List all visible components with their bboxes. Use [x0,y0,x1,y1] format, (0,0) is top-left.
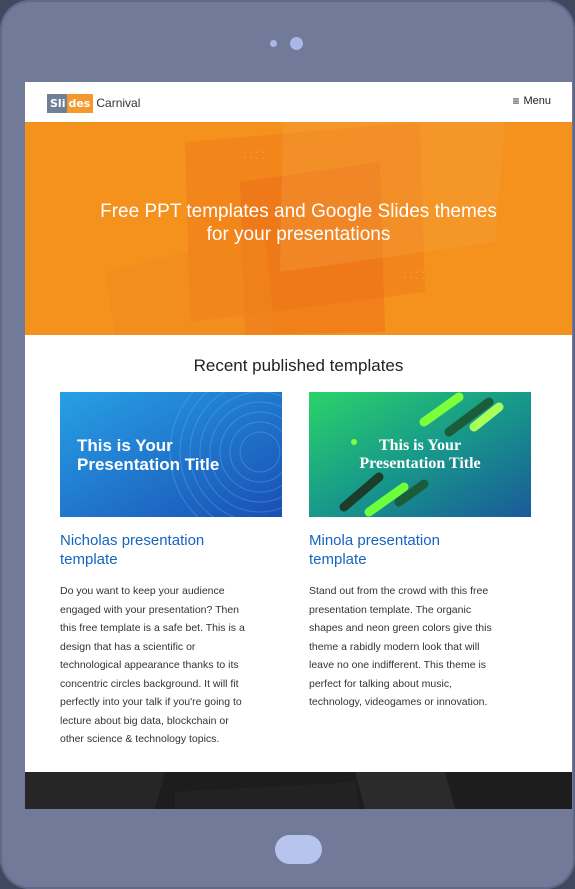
home-button[interactable] [275,835,322,864]
hamburger-icon: ≡ [512,94,520,108]
camera-dot [290,37,303,50]
template-description: Stand out from the crowd with this free … [309,582,531,712]
hero-title-line-2: for your presentations [206,224,391,245]
description-line: other science & technology topics. [60,733,220,745]
template-thumbnail[interactable]: This is Your Presentation Title [60,392,282,517]
tablet-screen: Sli des Carnival ≡ Menu Free PPT templat… [25,82,572,809]
slidescarnival-logo[interactable]: Sli des Carnival [47,92,140,114]
logo-mark-grey: Sli [47,93,68,113]
footer-band [25,772,572,809]
camera-dot-small [270,40,277,47]
template-title-line-2: template [309,551,367,568]
description-line: design that has a scientific or [60,640,196,653]
logo-mark-orange: des [67,93,94,113]
template-thumbnail[interactable]: This is Your Presentation Title [309,392,531,517]
hero-banner: Free PPT templates and Google Slides the… [25,122,572,335]
description-line: Do you want to keep your audience [60,585,225,597]
menu-label: Menu [523,95,551,107]
hero-title-line-1: Free PPT templates and Google Slides the… [100,201,497,222]
top-navigation: Sli des Carnival ≡ Menu [25,82,572,122]
template-title-line-2: template [60,551,118,568]
tablet-frame: Sli des Carnival ≡ Menu Free PPT templat… [0,0,575,889]
section-title: Recent published templates [193,356,404,375]
thumbnail-title: This is Your Presentation Title [309,437,531,473]
template-title-line-1: Nicholas presentation [60,532,205,549]
footer-decoration [25,772,455,809]
template-description: Do you want to keep your audience engage… [60,582,282,749]
hero-title: Free PPT templates and Google Slides the… [25,200,572,246]
template-card-nicholas: This is Your Presentation Title Nicholas… [60,392,282,749]
description-line: technological appearance thanks to its [60,659,239,671]
description-line: concentric circles background. It will f… [60,677,239,690]
description-line: perfectly into your talk if you're going… [60,696,242,708]
template-title-link[interactable]: Nicholas presentation template [60,531,282,569]
description-line: theme a rabidly modern look that will [309,640,480,653]
template-title-line-1: Minola presentation [309,532,440,549]
description-line: this free template is a safe bet. This i… [60,622,245,634]
description-line: shapes and neon green colors give this [309,622,492,634]
thumbnail-title-line-2: Presentation Title [77,455,220,474]
template-title-link[interactable]: Minola presentation template [309,531,531,569]
thumbnail-title: This is Your Presentation Title [77,436,219,474]
thumbnail-title-line-1: This is Your [77,436,173,455]
description-line: perfect for talking about music, [309,677,452,690]
description-line: technology, videogames or innovation. [309,696,488,708]
logo-text: Carnival [96,96,141,110]
description-line: presentation template. The organic [309,603,472,616]
description-line: leave no one indifferent. This theme is [309,659,487,671]
menu-button[interactable]: ≡ Menu [512,94,551,108]
description-line: engaged with your presentation? Then [60,603,240,616]
thumbnail-title-line-1: This is Your [378,437,462,454]
template-card-minola: This is Your Presentation Title Minola p… [309,392,531,712]
description-line: Stand out from the crowd with this free [309,585,489,597]
thumbnail-title-line-2: Presentation Title [359,455,481,472]
description-line: lecture about big data, blockchain or [60,714,229,727]
